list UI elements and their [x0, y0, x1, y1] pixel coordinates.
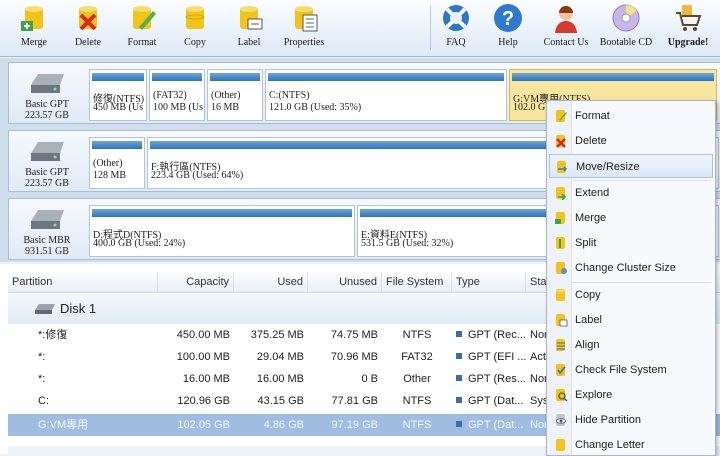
usage-bar: [512, 73, 714, 81]
menu-item-label[interactable]: Label: [549, 308, 713, 332]
menu-item-align[interactable]: Align: [549, 333, 713, 357]
type-marker-icon: [456, 331, 462, 337]
usage-bar: [92, 141, 142, 149]
delete-icon: [79, 6, 97, 31]
menu-item-check-file-system[interactable]: Check File System: [549, 358, 713, 382]
type-marker-icon: [456, 421, 462, 427]
hard-disk-icon: [31, 142, 64, 161]
menu-item-format[interactable]: Format: [549, 104, 713, 128]
menu-item-delete[interactable]: Delete: [549, 129, 713, 153]
hard-disk-icon: [31, 210, 64, 229]
merge-icon: [555, 212, 565, 224]
disk-info: Basic GPT 223.57 GB: [9, 131, 85, 191]
menu-item-merge[interactable]: Merge: [549, 206, 713, 230]
merge-button[interactable]: Merge: [12, 0, 56, 56]
partition-block[interactable]: D:程式D(NTFS) 400.0 GB (Used: 24%): [89, 205, 355, 257]
partition-block[interactable]: C:(NTFS) 121.0 GB (Used: 35%): [265, 69, 507, 121]
partition-block[interactable]: (FAT32) 100 MB (Us: [149, 69, 205, 121]
usage-bar: [268, 73, 504, 81]
properties-button[interactable]: Properties: [278, 0, 330, 56]
column-header-capacity[interactable]: Capacity: [158, 272, 234, 292]
copy-icon: [556, 289, 565, 301]
partition-block[interactable]: (Other) 16 MB: [207, 69, 263, 121]
lifebuoy-icon: [443, 5, 469, 31]
hard-disk-icon: [35, 304, 55, 314]
hard-disk-icon: [31, 74, 64, 93]
move-resize-icon: [557, 161, 568, 173]
cart-icon: [676, 5, 702, 31]
usage-bar: [210, 73, 260, 81]
cluster-size-icon: [556, 262, 567, 274]
toolbar-separator: [430, 6, 431, 50]
help-button[interactable]: ? Help: [488, 0, 528, 56]
type-marker-icon: [456, 375, 462, 381]
disk-info: Basic MBR 931.51 GB: [9, 199, 85, 259]
bootable-cd-button[interactable]: Bootable CD: [596, 0, 656, 56]
partition-block[interactable]: (Other) 128 MB: [89, 137, 145, 189]
change-letter-icon: [556, 439, 565, 451]
type-marker-icon: [456, 353, 462, 359]
extend-icon: [556, 187, 567, 200]
type-marker-icon: [456, 397, 462, 403]
format-icon: [556, 110, 567, 122]
menu-item-copy[interactable]: Copy: [549, 283, 713, 307]
label-icon: [556, 314, 568, 327]
split-icon: [556, 237, 565, 249]
cd-icon: [612, 4, 640, 32]
label-icon: [240, 6, 263, 30]
usage-bar: [92, 209, 352, 217]
partition-block[interactable]: 修復(NTFS) 450 MB (Us: [89, 69, 147, 121]
menu-item-extend[interactable]: Extend: [549, 181, 713, 205]
menu-item-hide-partition[interactable]: Hide Partition: [549, 408, 713, 432]
help-icon: ?: [494, 4, 522, 32]
svg-text:?: ?: [502, 8, 514, 30]
delete-icon: [556, 135, 566, 148]
merge-icon: [21, 6, 43, 31]
column-header-used[interactable]: Used: [234, 272, 308, 292]
contact-icon: [555, 6, 577, 33]
format-icon: [133, 6, 156, 30]
menu-item-explore[interactable]: Explore: [549, 383, 713, 407]
disk-info: Basic GPT 223.57 GB: [9, 63, 85, 123]
menu-item-move-resize[interactable]: Move/Resize: [549, 154, 713, 178]
copy-icon: [185, 6, 205, 29]
explore-icon: [556, 389, 568, 402]
menu-item-change-letter[interactable]: Change Letter: [549, 433, 713, 455]
align-icon: [556, 339, 565, 351]
faq-button[interactable]: FAQ: [436, 0, 476, 56]
usage-bar: [92, 73, 144, 81]
delete-button[interactable]: Delete: [66, 0, 110, 56]
column-header-partition[interactable]: Partition: [8, 272, 158, 292]
context-menu: Format Delete Move/Resize Extend Merge S…: [546, 100, 716, 456]
format-button[interactable]: Format: [118, 0, 166, 56]
check-file-system-icon: [556, 364, 566, 376]
copy-button[interactable]: Copy: [172, 0, 218, 56]
menu-item-change-cluster-size[interactable]: Change Cluster Size: [549, 256, 713, 280]
toolbar: Merge Delete Format Copy Label Propertie…: [0, 0, 720, 57]
column-header-unused[interactable]: Unused: [308, 272, 382, 292]
upgrade-button[interactable]: Upgrade!: [662, 0, 714, 56]
column-header-type[interactable]: Type: [452, 272, 526, 292]
label-button[interactable]: Label: [226, 0, 272, 56]
properties-icon: [295, 6, 318, 32]
hide-partition-icon: [555, 414, 567, 426]
column-header-file-system[interactable]: File System: [382, 272, 452, 292]
menu-item-split[interactable]: Split: [549, 231, 713, 255]
contact-us-button[interactable]: Contact Us: [538, 0, 594, 56]
usage-bar: [152, 73, 202, 81]
